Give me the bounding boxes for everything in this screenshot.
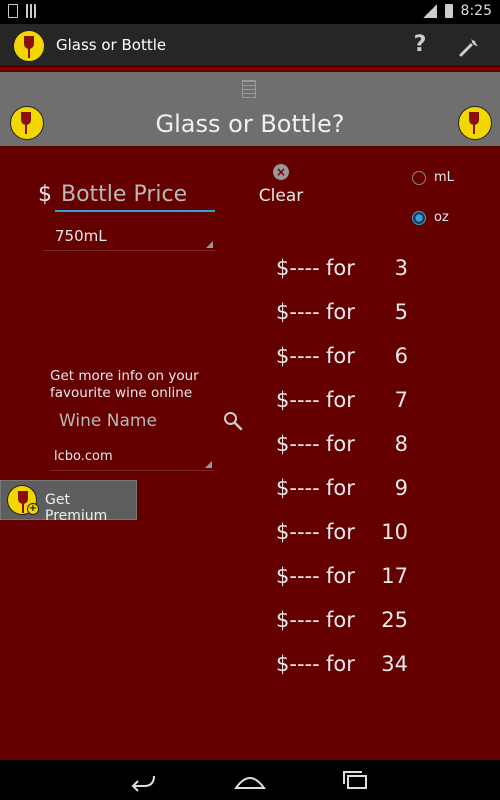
result-row: $---- for 25	[276, 608, 416, 638]
result-for: for	[326, 344, 355, 368]
plus-icon: +	[27, 503, 39, 515]
app-logo-icon	[13, 30, 45, 62]
result-price: $----	[276, 608, 320, 632]
wine-name-input[interactable]	[55, 406, 213, 436]
app-title: Glass or Bottle	[56, 36, 167, 54]
back-icon[interactable]	[124, 768, 164, 792]
radio-ml-dot	[412, 170, 426, 185]
currency-symbol: $	[38, 182, 52, 207]
result-price: $----	[276, 520, 320, 544]
result-amount: 34	[381, 652, 408, 676]
status-bar: 8:25	[0, 0, 500, 24]
search-icon[interactable]	[222, 410, 244, 432]
wine-site-dropdown[interactable]: lcbo.com	[50, 447, 214, 471]
get-premium-button[interactable]: + Get Premium	[0, 480, 137, 524]
wrench-icon[interactable]	[458, 34, 482, 58]
bottle-size-value: 750mL	[55, 227, 107, 245]
radio-oz-label: oz	[434, 210, 449, 225]
result-amount: 6	[394, 344, 408, 368]
bottle-price-input[interactable]	[55, 178, 215, 212]
close-icon: ×	[273, 164, 289, 180]
action-bar: Glass or Bottle ?	[0, 24, 500, 68]
result-amount: 17	[381, 564, 408, 588]
result-amount: 5	[394, 300, 408, 324]
calculator-icon[interactable]	[242, 80, 256, 98]
get-premium-label: Get Premium	[45, 492, 108, 524]
radio-oz-dot	[412, 210, 426, 225]
phone-icon	[8, 4, 18, 18]
result-price: $----	[276, 564, 320, 588]
main-panel: Glass or Bottle? $ 750mL × Clear mL oz $…	[0, 68, 500, 760]
banner-title: Glass or Bottle?	[155, 110, 345, 138]
clear-label: Clear	[258, 186, 304, 206]
result-for: for	[326, 476, 355, 500]
result-row: $---- for 10	[276, 520, 416, 550]
result-amount: 3	[394, 256, 408, 280]
wine-info-line-1: Get more info on your	[50, 368, 199, 384]
result-amount: 25	[381, 608, 408, 632]
result-row: $---- for 9	[276, 476, 416, 506]
result-amount: 8	[394, 432, 408, 456]
unit-radio-ml[interactable]: mL	[412, 170, 454, 185]
home-icon[interactable]	[230, 768, 270, 792]
result-row: $---- for 7	[276, 388, 416, 418]
unit-radio-oz[interactable]: oz	[412, 210, 449, 225]
result-price: $----	[276, 300, 320, 324]
navigation-bar	[0, 760, 500, 800]
result-price: $----	[276, 256, 320, 280]
result-for: for	[326, 564, 355, 588]
battery-icon	[444, 4, 453, 18]
help-button[interactable]: ?	[410, 32, 430, 57]
result-amount: 9	[394, 476, 408, 500]
bottle-size-dropdown[interactable]: 750mL	[43, 225, 215, 251]
barcode-icon	[26, 4, 36, 18]
header-banner: Glass or Bottle?	[0, 72, 500, 146]
result-row: $---- for 34	[276, 652, 416, 682]
result-for: for	[326, 256, 355, 280]
wine-info-text: Get more info on your favourite wine onl…	[50, 368, 199, 402]
result-amount: 10	[381, 520, 408, 544]
wine-site-value: lcbo.com	[54, 449, 113, 464]
result-for: for	[326, 520, 355, 544]
result-for: for	[326, 608, 355, 632]
radio-ml-label: mL	[434, 170, 454, 185]
wine-glass-logo-icon	[458, 106, 492, 140]
result-for: for	[326, 388, 355, 412]
result-price: $----	[276, 652, 320, 676]
result-price: $----	[276, 432, 320, 456]
result-price: $----	[276, 476, 320, 500]
result-for: for	[326, 300, 355, 324]
result-row: $---- for 5	[276, 300, 416, 330]
clear-button[interactable]: × Clear	[256, 164, 306, 214]
signal-icon	[422, 4, 437, 18]
status-time: 8:25	[460, 3, 492, 19]
result-row: $---- for 6	[276, 344, 416, 374]
result-price: $----	[276, 388, 320, 412]
result-for: for	[326, 652, 355, 676]
result-row: $---- for 17	[276, 564, 416, 594]
result-price: $----	[276, 344, 320, 368]
result-for: for	[326, 432, 355, 456]
recent-apps-icon[interactable]	[336, 768, 376, 792]
result-row: $---- for 3	[276, 256, 416, 286]
result-amount: 7	[394, 388, 408, 412]
result-row: $---- for 8	[276, 432, 416, 462]
wine-info-line-2: favourite wine online	[50, 385, 193, 401]
